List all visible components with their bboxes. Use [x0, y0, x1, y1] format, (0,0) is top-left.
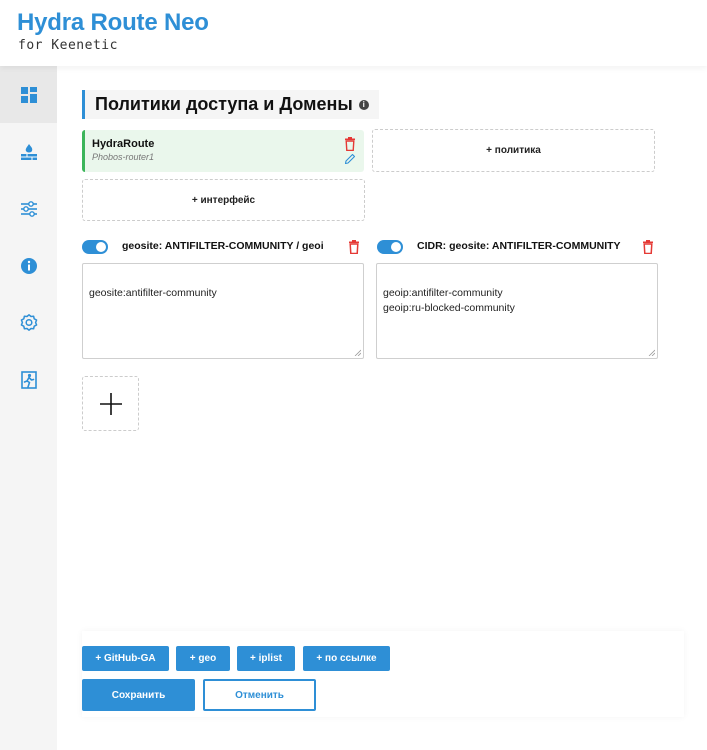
page-title-text: Политики доступа и Домены: [95, 94, 353, 114]
sidebar-item-dashboard[interactable]: [0, 66, 57, 123]
info-icon: [20, 257, 37, 274]
sidebar-item-settings-sliders[interactable]: [0, 180, 57, 237]
pencil-icon[interactable]: [344, 153, 356, 165]
add-by-link-button[interactable]: + по ссылке: [303, 646, 390, 671]
sidebar-item-info[interactable]: [0, 237, 57, 294]
resize-handle-icon[interactable]: [648, 349, 655, 356]
group-title: CIDR: geosite: ANTIFILTER-COMMUNITY: [417, 240, 621, 252]
trash-icon[interactable]: [642, 240, 654, 254]
sidebar-item-settings[interactable]: [0, 294, 57, 351]
action-footer: + GitHub-GA + geo + iplist + по ссылке С…: [82, 631, 684, 717]
sidebar: [0, 66, 57, 750]
sidebar-item-firewall[interactable]: [0, 123, 57, 180]
sliders-icon: [20, 200, 37, 217]
page-title: Политики доступа и Домены i: [82, 90, 379, 119]
sidebar-item-exit[interactable]: [0, 351, 57, 408]
group-toggle[interactable]: [377, 240, 403, 254]
main-content: Политики доступа и Домены i HydraRoute P…: [57, 66, 707, 750]
cancel-button[interactable]: Отменить: [203, 679, 316, 711]
info-icon[interactable]: i: [358, 99, 369, 110]
resize-handle-icon[interactable]: [354, 349, 361, 356]
add-geo-button[interactable]: + geo: [176, 646, 230, 671]
dashboard-icon: [20, 86, 37, 103]
group-toggle[interactable]: [82, 240, 108, 254]
group-domains-textarea[interactable]: geosite:antifilter-community: [82, 263, 364, 359]
interface-subtitle: Phobos-router1: [92, 152, 155, 162]
save-button[interactable]: Сохранить: [82, 679, 195, 711]
trash-icon[interactable]: [344, 137, 356, 151]
group-domains-text: geoip:antifilter-community geoip:ru-bloc…: [383, 287, 515, 314]
exit-icon: [20, 370, 37, 389]
add-group-button[interactable]: [82, 376, 139, 431]
interface-card[interactable]: HydraRoute Phobos-router1: [82, 130, 364, 172]
add-github-ga-button[interactable]: + GitHub-GA: [82, 646, 169, 671]
gear-icon: [20, 313, 37, 331]
plus-icon: [99, 392, 122, 415]
add-interface-button[interactable]: + интерфейс: [82, 179, 365, 221]
brand-subtitle: for Keenetic: [18, 38, 118, 53]
add-policy-button[interactable]: + политика: [372, 129, 655, 172]
group-domains-textarea[interactable]: geoip:antifilter-community geoip:ru-bloc…: [376, 263, 658, 359]
group-title: geosite: ANTIFILTER-COMMUNITY / geoi: [122, 240, 324, 252]
add-iplist-button[interactable]: + iplist: [237, 646, 295, 671]
app-header: Hydra Route Neo for Keenetic: [0, 0, 707, 66]
interface-name: HydraRoute: [92, 138, 155, 150]
firewall-icon: [20, 143, 37, 160]
group-domains-text: geosite:antifilter-community: [89, 287, 217, 299]
brand-title: Hydra Route Neo: [17, 9, 209, 36]
trash-icon[interactable]: [348, 240, 360, 254]
